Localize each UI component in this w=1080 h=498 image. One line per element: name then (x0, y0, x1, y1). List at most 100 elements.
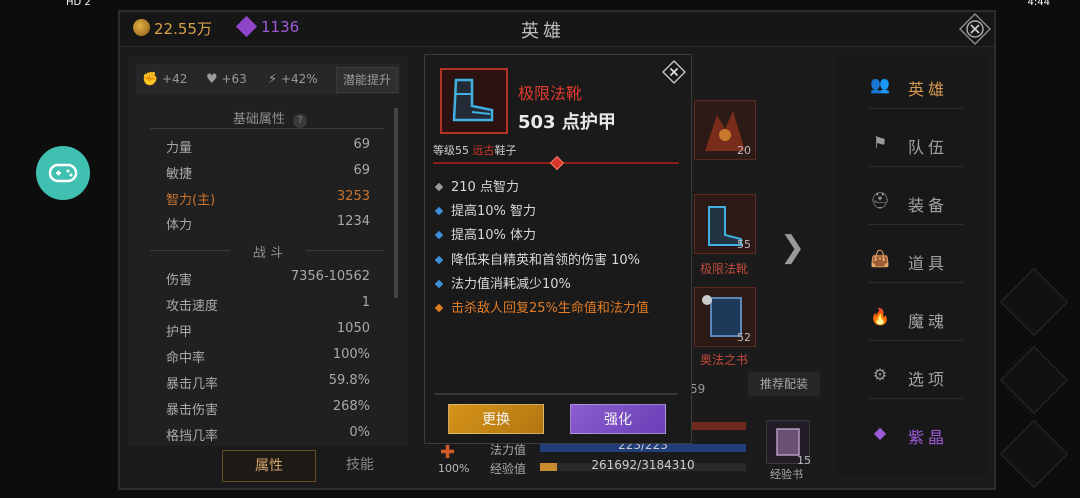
nav-amethyst[interactable]: ◆ 紫晶 (868, 410, 964, 456)
fist-icon: ✊ (142, 72, 159, 87)
nav-equipment[interactable]: ⛑ 装备 (868, 178, 964, 225)
item-armor: 503 点护甲 (518, 112, 616, 133)
gold-amount: 22.55万 (154, 20, 212, 38)
percent-value: 100% (438, 462, 470, 475)
slot-count: 52 (737, 331, 751, 344)
stat-crit-chance: 暴击几率 59.8% (166, 373, 370, 392)
swap-item-button[interactable]: 更换 (448, 404, 544, 434)
item-attribute: 法力值消耗减少10% (434, 273, 571, 292)
status-clock: 4:44 (1027, 0, 1050, 8)
item-attribute: 降低来自精英和首领的伤害 10% (434, 249, 640, 268)
stat-label: 命中率 (166, 351, 206, 366)
side-potion-button[interactable] (1000, 346, 1068, 414)
stat-value: 0% (349, 425, 370, 440)
helmet-icon: ⛑ (870, 191, 891, 210)
exp-book-item[interactable]: 15 (766, 420, 811, 467)
stat-value: 3253 (336, 189, 370, 204)
item-attribute: 提高10% 智力 (434, 200, 536, 219)
item-level-line: 等级55 远古鞋子 (433, 142, 517, 158)
bag-icon: 👜 (870, 249, 890, 268)
nav-label: 道具 (908, 254, 949, 273)
side-party-button[interactable] (1000, 268, 1068, 336)
nav-soul[interactable]: 🔥 魔魂 (868, 294, 964, 341)
divider (150, 250, 230, 251)
window-close-button[interactable] (958, 12, 992, 46)
potential-upgrade-button[interactable]: 潜能提升 (336, 67, 398, 93)
nav-hero[interactable]: 👥 英雄 (868, 62, 964, 109)
tab-attributes[interactable]: 属性 (222, 450, 316, 482)
bullet-icon (434, 182, 444, 192)
stat-hit-rate: 命中率 100% (166, 347, 370, 366)
attribute-text: 提高10% 智力 (451, 204, 537, 219)
upgrade-item-button[interactable]: 强化 (570, 404, 666, 434)
item-image (440, 68, 508, 134)
stat-label: 护甲 (166, 325, 193, 340)
attribute-text: 击杀敌人回复25%生命值和法力值 (451, 301, 649, 316)
partial-count: 59 (690, 382, 706, 396)
equipment-slot-weapon[interactable]: 20 (694, 100, 756, 160)
basic-attributes-title: 基础属性 (232, 112, 285, 127)
close-icon (958, 12, 992, 46)
divider (150, 128, 384, 129)
buff-health: ♥ +63 (206, 72, 247, 87)
stats-scrollbar[interactable] (394, 108, 398, 298)
equipment-slot-boots[interactable]: 55 (694, 194, 756, 254)
nav-items[interactable]: 👜 道具 (868, 236, 964, 283)
equipment-slot-book[interactable]: 52 (694, 287, 756, 347)
help-icon[interactable]: ? (293, 114, 308, 128)
gamepad-float-button[interactable] (36, 146, 90, 200)
flag-icon: ⚑ (872, 133, 888, 152)
bullet-icon (434, 206, 444, 216)
buff-health-value: +63 (221, 72, 247, 86)
side-menu-button[interactable] (1000, 420, 1068, 488)
nav-team[interactable]: ⚑ 队伍 (868, 120, 964, 167)
system-status-bar: HD 2 4:44 (0, 0, 1080, 10)
gear-icon: ⚙ (872, 365, 888, 384)
gold-coin-icon (133, 19, 150, 36)
stat-label: 体力 (166, 218, 193, 233)
stat-value: 69 (353, 137, 370, 152)
stat-attack-speed: 攻击速度 1 (166, 295, 370, 314)
popup-close-button[interactable] (662, 60, 686, 84)
lightning-icon: ⚡ (268, 72, 278, 87)
buff-strength-value: +42 (162, 72, 188, 86)
recommend-loadout-button[interactable]: 推荐配装 (748, 372, 820, 396)
stat-label: 格挡几率 (166, 429, 219, 444)
stat-value: 7356-10562 (290, 269, 370, 284)
chevron-right-icon[interactable]: ❯ (780, 230, 805, 265)
tab-skills[interactable]: 技能 (318, 450, 402, 480)
nav-label: 魔魂 (908, 312, 949, 331)
status-left: HD 2 (66, 0, 91, 8)
popup-divider (434, 393, 678, 395)
amethyst-icon: ◆ (873, 423, 887, 442)
nav-label: 队伍 (908, 138, 949, 157)
slot-count: 55 (737, 238, 751, 251)
slot-count: 20 (737, 144, 751, 157)
stat-value: 59.8% (328, 373, 370, 388)
stat-value: 268% (332, 399, 370, 414)
exp-value: 261692/3184310 (591, 458, 695, 472)
item-attribute: 210 点智力 (434, 176, 519, 195)
stat-value: 100% (332, 347, 370, 362)
item-name: 极限法靴 (518, 84, 583, 103)
stat-vitality: 体力 1234 (166, 214, 370, 233)
bullet-icon (434, 255, 444, 265)
buff-speed-value: +42% (280, 72, 318, 86)
boots-slot-label: 极限法靴 (699, 262, 748, 276)
close-icon (662, 60, 686, 84)
stat-label: 智力(主) (166, 193, 216, 208)
heart-icon: ♥ (206, 72, 218, 87)
gem-amount: 1136 (261, 18, 300, 36)
nav-label: 紫晶 (908, 428, 949, 447)
nav-options[interactable]: ⚙ 选项 (868, 352, 964, 399)
bullet-icon (434, 230, 444, 240)
item-rarity: 远古 (472, 144, 495, 157)
nav-label: 装备 (908, 196, 949, 215)
bullet-icon (434, 279, 444, 289)
attribute-text: 降低来自精英和首领的伤害 10% (451, 253, 641, 268)
nav-label: 英雄 (908, 80, 949, 99)
stat-value: 69 (353, 163, 370, 178)
stat-agility: 敏捷 69 (166, 163, 370, 182)
combat-header: 战 斗 (252, 246, 284, 261)
cross-icon: ✚ (440, 442, 456, 463)
